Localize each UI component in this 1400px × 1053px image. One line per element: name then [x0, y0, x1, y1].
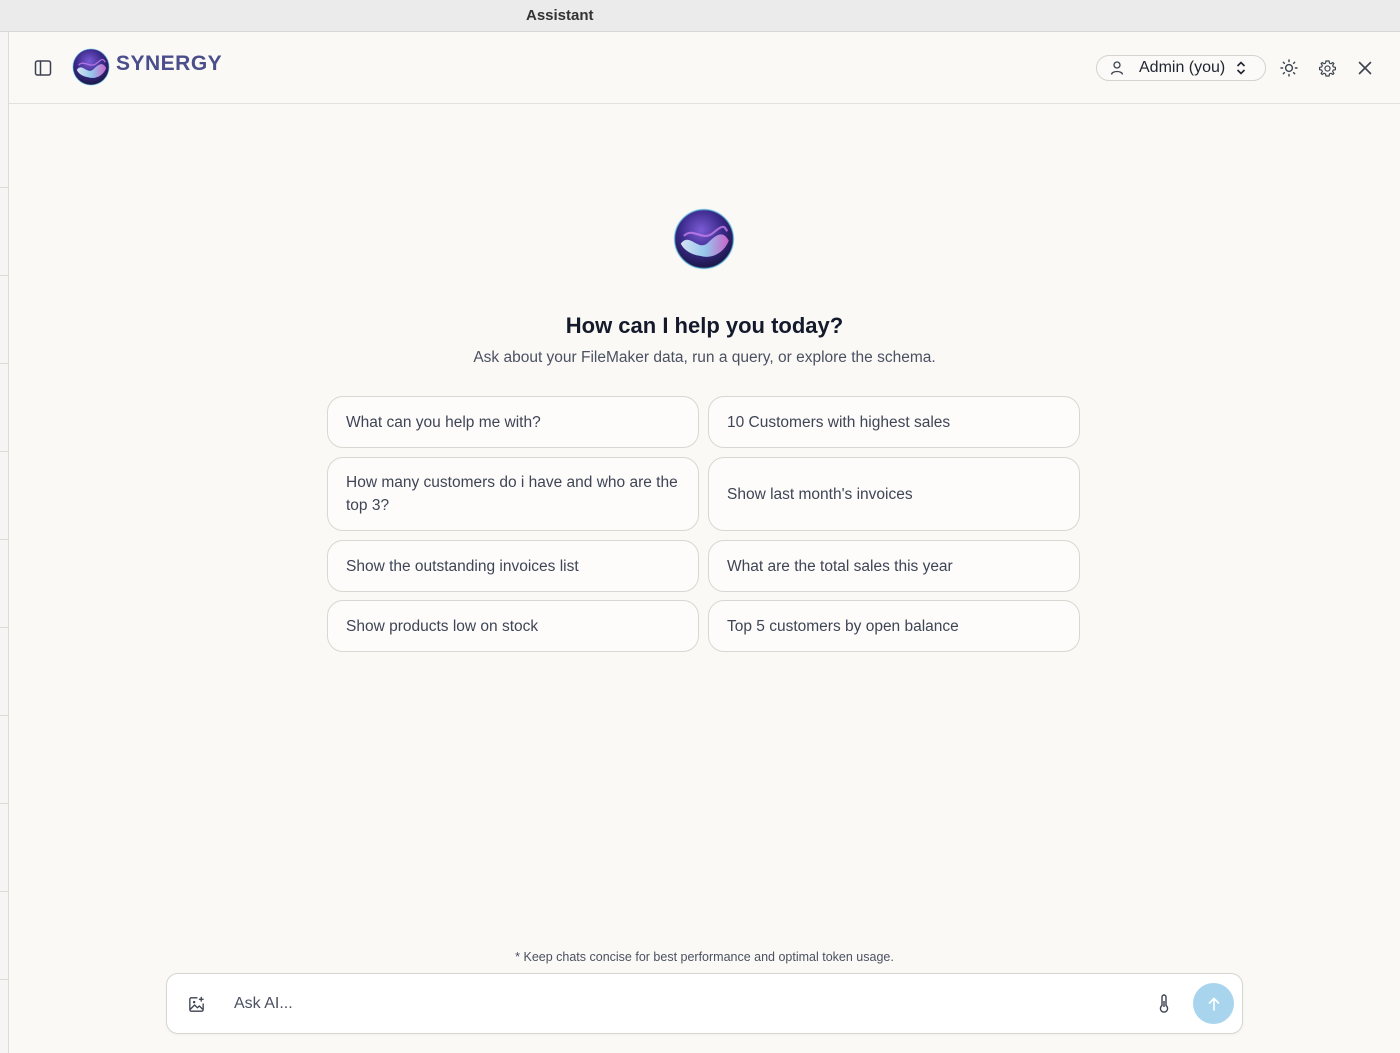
window-title: Assistant: [526, 7, 594, 24]
strip-divider: [0, 715, 9, 716]
strip-divider: [0, 451, 9, 452]
brand-name: SYNERGY: [116, 52, 223, 75]
sidebar-icon: [34, 60, 52, 76]
suggestion-chip[interactable]: 10 Customers with highest sales: [708, 396, 1080, 448]
suggestion-chip[interactable]: Top 5 customers by open balance: [708, 600, 1080, 652]
background-window-strip: [0, 32, 9, 1053]
settings-button[interactable]: [1312, 53, 1342, 83]
strip-divider: [0, 627, 9, 628]
ask-ai-input[interactable]: [234, 990, 1134, 1018]
window-titlebar: Assistant: [0, 0, 1400, 32]
close-button[interactable]: [1350, 53, 1380, 83]
arrow-up-icon: [1208, 997, 1219, 1011]
assistant-panel: SYNERGY Admin (you) How can I help you t…: [9, 32, 1400, 1053]
send-button[interactable]: [1193, 983, 1234, 1024]
strip-divider: [0, 891, 9, 892]
image-add-icon: [188, 996, 204, 1012]
strip-divider: [0, 187, 9, 188]
suggestion-chip[interactable]: How many customers do i have and who are…: [327, 457, 699, 531]
app-header: SYNERGY Admin (you): [9, 32, 1400, 104]
strip-divider: [0, 275, 9, 276]
sun-icon: [1280, 59, 1298, 77]
close-icon: [1358, 61, 1372, 75]
attach-image-button[interactable]: [181, 989, 211, 1019]
welcome-subline: Ask about your FileMaker data, run a que…: [473, 349, 936, 366]
strip-divider: [0, 363, 9, 364]
temperature-button[interactable]: [1149, 989, 1179, 1019]
welcome-headline: How can I help you today?: [565, 313, 844, 338]
strip-divider: [0, 803, 9, 804]
gear-icon: [1318, 59, 1336, 77]
token-usage-note: * Keep chats concise for best performanc…: [515, 950, 894, 964]
user-select[interactable]: Admin (you): [1096, 55, 1266, 81]
strip-divider: [0, 539, 9, 540]
person-icon: [1109, 60, 1125, 76]
suggestion-chip[interactable]: Show products low on stock: [327, 600, 699, 652]
suggestion-chip[interactable]: What are the total sales this year: [708, 540, 1080, 592]
suggestion-chip[interactable]: Show last month's invoices: [708, 457, 1080, 531]
suggestion-chip[interactable]: What can you help me with?: [327, 396, 699, 448]
suggestion-chip[interactable]: Show the outstanding invoices list: [327, 540, 699, 592]
sidebar-toggle-button[interactable]: [28, 53, 58, 83]
assistant-orb-icon: [673, 208, 735, 270]
chat-composer: [166, 973, 1243, 1034]
strip-divider: [0, 979, 9, 980]
user-select-value: Admin (you): [1139, 59, 1226, 76]
chevron-updown-icon: [1235, 60, 1247, 76]
theme-toggle-button[interactable]: [1274, 53, 1304, 83]
thermometer-icon: [1159, 994, 1169, 1013]
synergy-logo-icon: [72, 48, 110, 86]
